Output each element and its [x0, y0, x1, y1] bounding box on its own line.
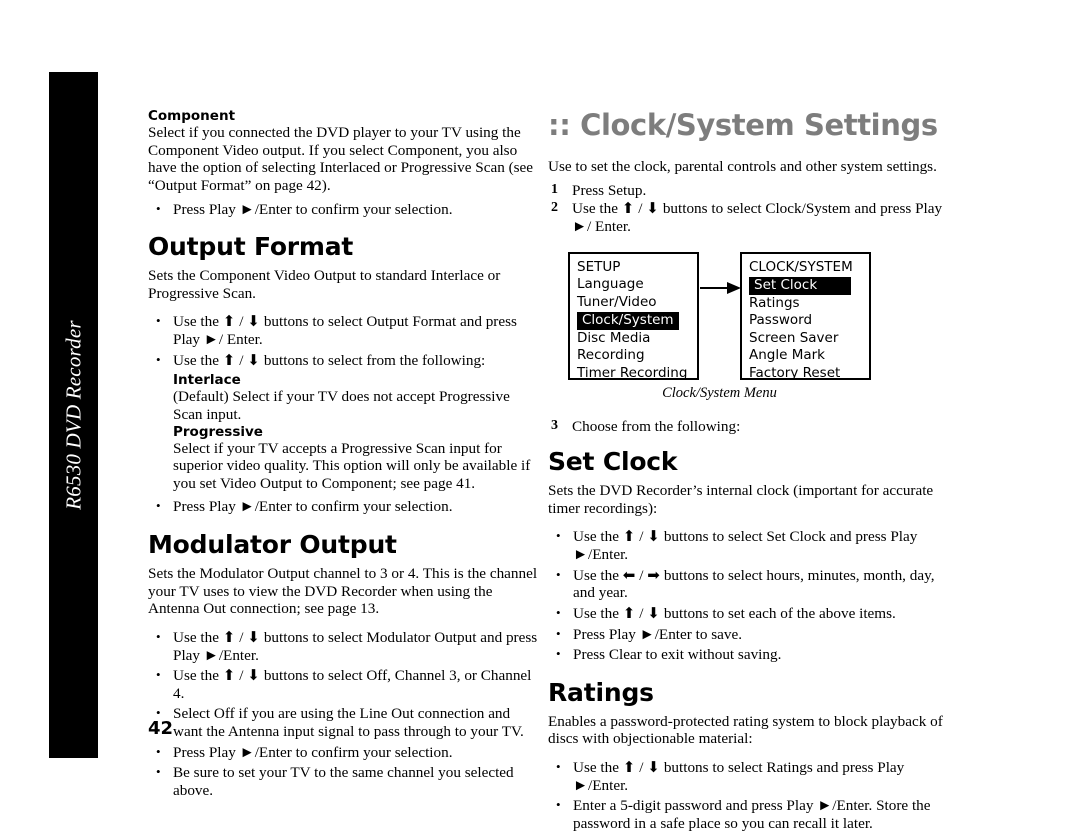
set-clock-bullets: Use the ⬆ / ⬇ buttons to select Set Cloc… [548, 528, 948, 663]
progressive-body: Select if your TV accepts a Progressive … [173, 439, 531, 492]
list-item: Use the ⬆ / ⬇ buttons to select from the… [148, 352, 540, 370]
page-number: 42 [148, 718, 174, 739]
right-column: :: Clock/System Settings Use to set the … [548, 108, 948, 836]
list-item: Select Off if you are using the Line Out… [148, 705, 540, 740]
menu-item-screen-saver[interactable]: Screen Saver [742, 330, 869, 348]
menu-item-angle-mark[interactable]: Angle Mark [742, 347, 869, 365]
list-item: Use the ⬆ / ⬇ buttons to set each of the… [548, 605, 948, 623]
modulator-output-bullets: Use the ⬆ / ⬇ buttons to select Modulato… [148, 629, 540, 800]
modulator-output-body: Sets the Modulator Output channel to 3 o… [148, 565, 538, 618]
left-column: Component Select if you connected the DV… [148, 108, 540, 803]
set-clock-body: Sets the DVD Recorder’s internal clock (… [548, 482, 934, 517]
menu-item-set-clock[interactable]: Set Clock [749, 277, 852, 295]
step-text: Choose from the following: [572, 417, 741, 435]
list-item: Press Play ►/Enter to confirm your selec… [148, 498, 540, 516]
step-text: Press Setup. [572, 181, 647, 199]
list-item: Use the ⬆ / ⬇ buttons to select Ratings … [548, 759, 948, 794]
heading-progressive: Progressive [173, 423, 263, 440]
heading-ratings: Ratings [548, 677, 654, 707]
setup-menu-title: SETUP [577, 258, 621, 275]
step-number: 2 [551, 200, 558, 216]
list-item: Enter a 5-digit password and press Play … [548, 797, 948, 832]
output-format-final-bullets: Press Play ►/Enter to confirm your selec… [148, 498, 540, 516]
menu-item-ratings[interactable]: Ratings [742, 295, 869, 313]
menu-item-tuner-video[interactable]: Tuner/Video [570, 294, 697, 312]
list-item: Press Play ►/Enter to confirm your selec… [148, 201, 540, 219]
menu-item-factory-reset[interactable]: Factory Reset [742, 365, 869, 383]
list-item: Use the ⬆ / ⬇ buttons to select Output F… [148, 313, 540, 348]
menu-item-clock-system[interactable]: Clock/System [577, 312, 679, 330]
clock-system-menu-box: CLOCK/SYSTEM Set Clock Ratings Password … [740, 251, 871, 383]
clock-system-menu-diagram: SETUP Language Tuner/Video Clock/System … [548, 251, 948, 402]
clock-system-menu-title: CLOCK/SYSTEM [749, 258, 853, 275]
list-item: 2 Use the ⬆ / ⬇ buttons to select Clock/… [548, 200, 948, 235]
list-item: Press Play ►/Enter to save. [548, 626, 948, 644]
list-item: Press Clear to exit without saving. [548, 646, 948, 664]
list-item: Use the ⬆ / ⬇ buttons to select Modulato… [148, 629, 540, 664]
menu-item-disc-media[interactable]: Disc Media [570, 330, 697, 348]
menu-item-timer-recording[interactable]: Timer Recording [570, 365, 697, 383]
interlace-body: (Default) Select if your TV does not acc… [173, 388, 510, 423]
step-three: 3 Choose from the following: [548, 418, 948, 436]
ratings-bullets: Use the ⬆ / ⬇ buttons to select Ratings … [548, 759, 948, 833]
setup-steps: 1 Press Setup. 2 Use the ⬆ / ⬇ buttons t… [548, 182, 948, 236]
list-item: Be sure to set your TV to the same chann… [148, 764, 540, 799]
step-number: 3 [551, 417, 558, 433]
menu-item-password[interactable]: Password [742, 312, 869, 330]
ratings-body: Enables a password-protected rating syst… [548, 712, 943, 748]
list-item: Press Play ►/Enter to confirm your selec… [148, 744, 540, 762]
list-item: 3 Choose from the following: [548, 418, 948, 436]
component-bullets: Press Play ►/Enter to confirm your selec… [148, 201, 540, 219]
heading-output-format: Output Format [148, 232, 354, 262]
output-format-bullets: Use the ⬆ / ⬇ buttons to select Output F… [148, 313, 540, 369]
diagram-caption: Clock/System Menu [662, 384, 777, 401]
arrow-right-icon [700, 281, 742, 294]
intro-text: Use to set the clock, parental controls … [548, 158, 937, 175]
component-body: Select if you connected the DVD player t… [148, 124, 534, 194]
list-item: 1 Press Setup. [548, 182, 948, 200]
output-format-body: Sets the Component Video Output to stand… [148, 267, 501, 302]
step-number: 1 [551, 181, 558, 197]
step-text: Use the ⬆ / ⬇ buttons to select Clock/Sy… [572, 200, 943, 235]
list-item: Use the ⬆ / ⬇ buttons to select Off, Cha… [148, 667, 540, 702]
list-item: Use the ⬆ / ⬇ buttons to select Set Cloc… [548, 528, 948, 563]
spine-product-label: R6530 DVD Recorder [61, 320, 85, 510]
menu-item-recording[interactable]: Recording [570, 347, 697, 365]
heading-set-clock: Set Clock [548, 447, 678, 477]
heading-component: Component [148, 108, 236, 124]
heading-interlace: Interlace [173, 372, 241, 389]
page-spine-bar: R6530 DVD Recorder [49, 72, 98, 758]
page-title: :: Clock/System Settings [548, 108, 938, 142]
menu-item-language[interactable]: Language [570, 276, 697, 294]
list-item: Use the ⬅ / ➡ buttons to select hours, m… [548, 567, 948, 602]
heading-modulator-output: Modulator Output [148, 530, 397, 559]
setup-menu-box: SETUP Language Tuner/Video Clock/System … [568, 251, 699, 383]
